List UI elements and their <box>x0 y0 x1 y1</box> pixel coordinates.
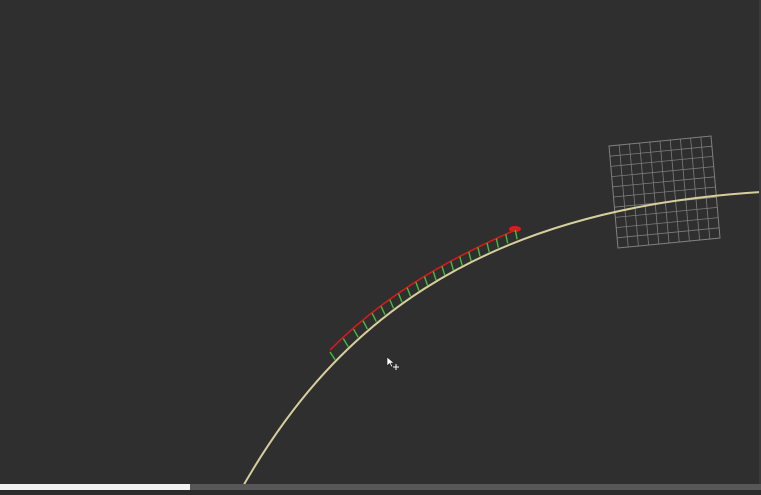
motion-tick <box>495 238 500 248</box>
motion-tick <box>406 287 412 297</box>
motion-tick <box>397 293 403 303</box>
scene-canvas[interactable] <box>0 0 761 495</box>
motion-tick <box>329 351 336 361</box>
motion-tick <box>371 313 377 322</box>
motion-tick <box>450 261 455 271</box>
motion-tick <box>459 256 463 266</box>
motion-tick <box>380 306 386 316</box>
grid-lines <box>609 136 720 248</box>
motion-tick <box>486 242 490 253</box>
motion-tick <box>353 328 359 338</box>
motion-tick <box>477 247 481 257</box>
motion-tick <box>441 266 446 276</box>
motion-tick <box>415 281 420 291</box>
motion-tick <box>505 234 509 244</box>
motion-tick <box>468 251 472 262</box>
3d-viewport[interactable] <box>0 0 761 495</box>
motion-tick <box>389 299 395 309</box>
motion-tick <box>432 271 437 281</box>
move-cursor-icon <box>386 356 399 370</box>
status-strip <box>0 490 761 495</box>
motion-tick <box>362 320 369 330</box>
motion-tick <box>423 276 429 286</box>
motion-tick <box>342 338 349 347</box>
